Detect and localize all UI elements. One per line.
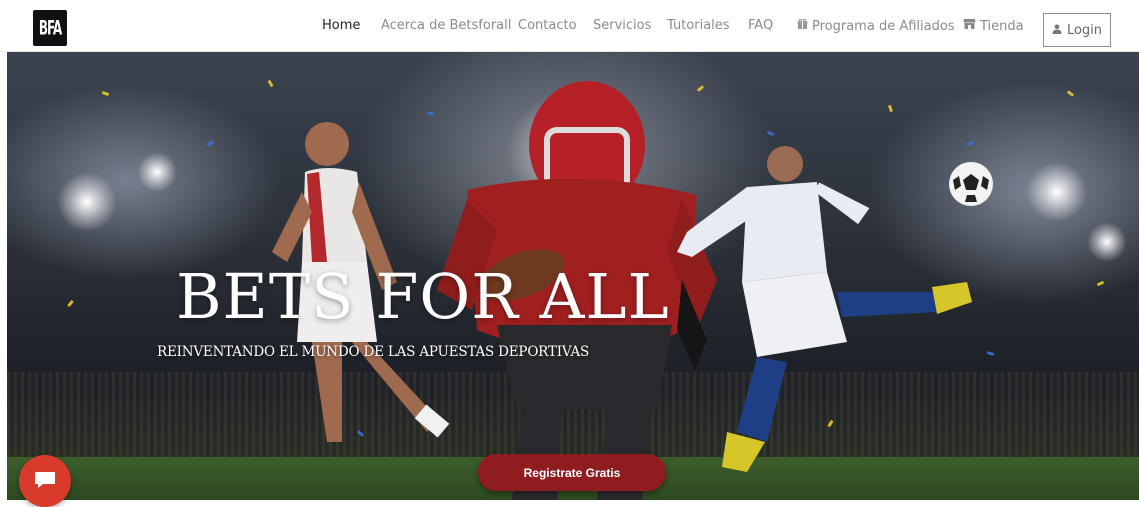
nav-services[interactable]: Servicios (593, 18, 651, 34)
confetti (766, 130, 775, 137)
soccer-player-image (677, 146, 972, 472)
confetti (1066, 90, 1075, 97)
confetti (887, 104, 894, 113)
stadium-light (1087, 222, 1127, 262)
login-label: Login (1066, 22, 1103, 38)
user-icon (1052, 24, 1062, 37)
soccer-ball-image (949, 162, 993, 206)
main-nav: Home Acerca de Betsforall Contacto Servi… (0, 0, 1139, 52)
hero-banner: BETS FOR ALL REINVENTANDO EL MUNDO DE LA… (7, 52, 1139, 500)
hero-subtitle: REINVENTANDO EL MUNDO DE LAS APUESTAS DE… (157, 344, 590, 360)
nav-store-label: Tienda (980, 19, 1024, 34)
confetti (101, 90, 110, 97)
confetti (206, 140, 215, 147)
nav-store[interactable]: Tienda (963, 18, 1024, 35)
nav-affiliates-label: Programa de Afiliados (812, 19, 955, 34)
confetti (1096, 280, 1105, 287)
nav-faq[interactable]: FAQ (748, 18, 773, 34)
stadium-light (57, 172, 117, 232)
chat-icon (35, 472, 55, 488)
register-free-button[interactable]: Registrate Gratis (478, 454, 666, 491)
nav-about[interactable]: Acerca de Betsforall (381, 18, 511, 34)
nav-affiliates[interactable]: Programa de Afiliados (797, 18, 955, 35)
hero-title: BETS FOR ALL (176, 260, 670, 333)
confetti (986, 351, 995, 356)
nav-tutorials[interactable]: Tutoriales (667, 18, 730, 34)
confetti (267, 79, 274, 88)
top-navbar: BFA Home Acerca de Betsforall Contacto S… (0, 0, 1139, 52)
chat-widget-button[interactable] (19, 455, 71, 507)
nav-contact[interactable]: Contacto (518, 18, 577, 34)
gift-icon (797, 18, 808, 34)
confetti (67, 299, 74, 308)
login-button[interactable]: Login (1043, 13, 1111, 47)
nav-home[interactable]: Home (322, 18, 360, 34)
stadium-light (137, 152, 177, 192)
stadium-light (1027, 162, 1087, 222)
store-icon (963, 18, 976, 34)
